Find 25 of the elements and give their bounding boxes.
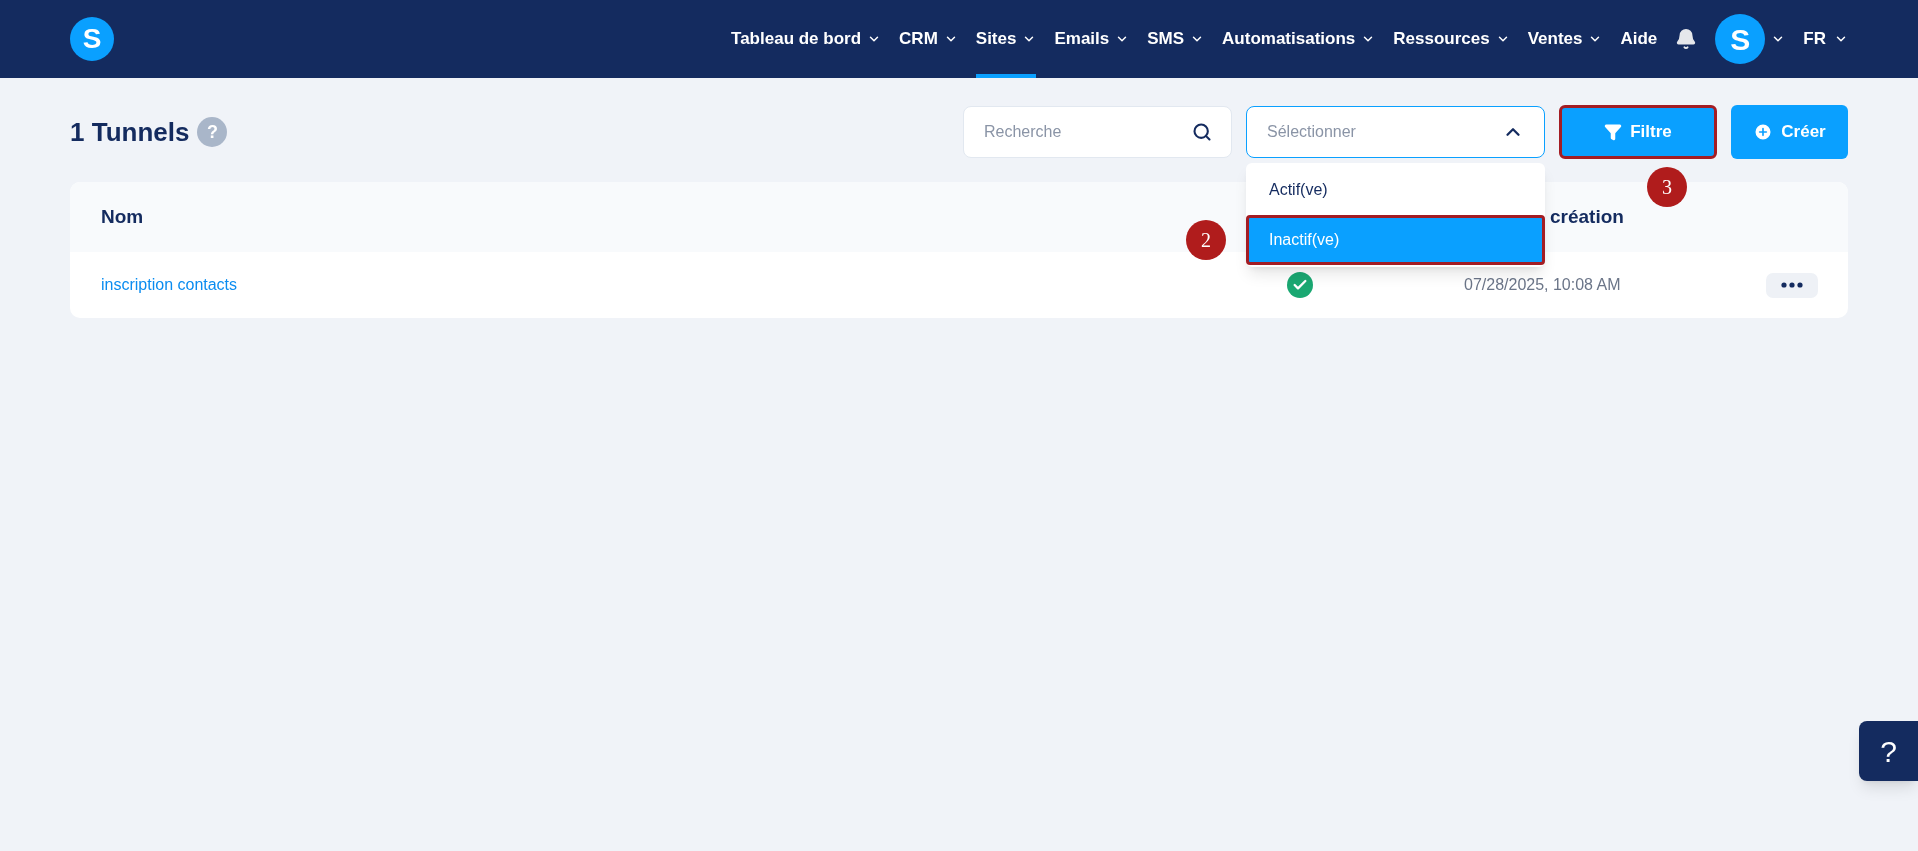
- nav-menu-item[interactable]: Ressources: [1393, 0, 1510, 78]
- nav-menu-item[interactable]: Aide: [1620, 0, 1658, 78]
- column-header: Nom: [100, 204, 145, 229]
- search-icon: [1192, 122, 1212, 142]
- nav-menu-item[interactable]: Sites: [975, 0, 1037, 78]
- nav-menu-item[interactable]: Emails: [1054, 0, 1130, 78]
- dropdown-option[interactable]: Actif(ve): [1246, 165, 1545, 215]
- search-field[interactable]: Recherche: [963, 106, 1232, 158]
- notification-bell-icon[interactable]: [1675, 28, 1698, 50]
- table-cell-text: 07/28/2025, 10:08 AM: [1463, 275, 1622, 295]
- funnel-icon: [1604, 123, 1623, 141]
- page-title: 1 Tunnels: [70, 115, 190, 149]
- nav-menu-item[interactable]: Automatisations: [1222, 0, 1376, 78]
- nav-menu-item[interactable]: SMS: [1147, 0, 1205, 78]
- nav-menu-item[interactable]: CRM: [899, 0, 958, 78]
- nav-menu-item[interactable]: Tableau de bord: [731, 0, 882, 78]
- more-dots-icon: [1781, 282, 1803, 288]
- help-button[interactable]: ?: [1859, 721, 1918, 781]
- more-options-button[interactable]: [1766, 272, 1818, 298]
- plus-circle-icon: [1753, 122, 1774, 142]
- step-number-badge: 3: [1647, 167, 1687, 207]
- language-selector[interactable]: FR: [1803, 26, 1848, 52]
- nav-menu-item[interactable]: Ventes: [1527, 0, 1603, 78]
- tunnel-name-link[interactable]: inscription contacts: [70, 273, 1200, 297]
- column-header: création: [1549, 204, 1625, 229]
